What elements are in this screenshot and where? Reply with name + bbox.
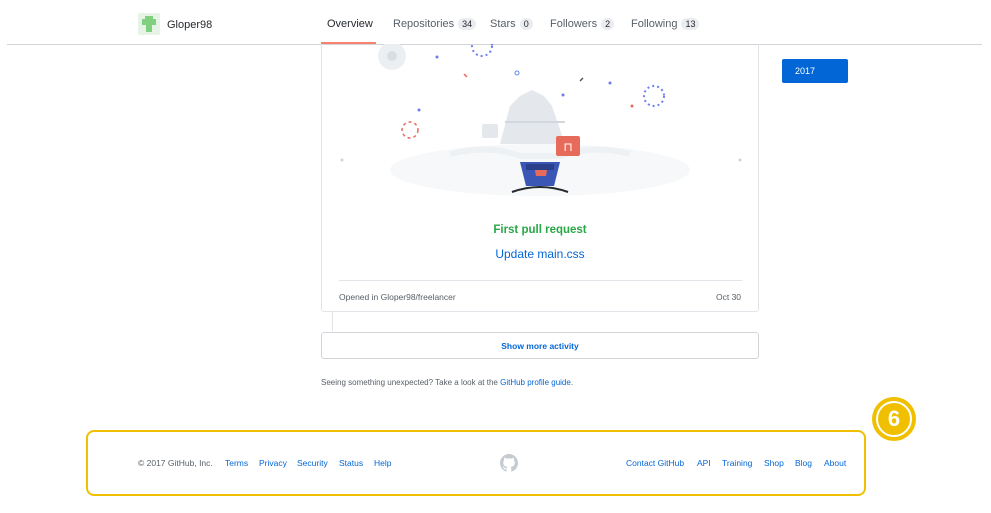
show-more-activity-button[interactable]: Show more activity <box>321 332 759 359</box>
activity-date: Oct 30 <box>716 292 742 302</box>
footer-link-blog[interactable]: Blog <box>795 458 812 468</box>
footer-copyright: © 2017 GitHub, Inc. <box>138 458 213 468</box>
card-divider <box>339 280 742 281</box>
tab-followers[interactable]: Followers 2 <box>550 18 615 30</box>
tab-label: Overview <box>327 18 373 30</box>
tab-repositories[interactable]: Repositories 34 <box>393 18 477 30</box>
footer-link-status[interactable]: Status <box>339 458 363 468</box>
github-logo-icon[interactable] <box>500 454 518 472</box>
footer-link-training[interactable]: Training <box>722 458 752 468</box>
activity-title: First pull request <box>493 224 587 236</box>
tab-label: Followers <box>550 18 598 30</box>
pull-request-illustration-icon: ⊓ <box>340 44 742 196</box>
footer-link-shop[interactable]: Shop <box>764 458 784 468</box>
tab-label: Following <box>631 18 678 30</box>
annotation-badge: 6 <box>872 397 916 441</box>
profile-guide-link[interactable]: GitHub profile guide <box>500 378 571 387</box>
avatar[interactable] <box>138 13 160 35</box>
tab-count: 34 <box>458 18 477 30</box>
tab-stars[interactable]: Stars 0 <box>490 18 533 30</box>
tab-label: Repositories <box>393 18 455 30</box>
annotation-number: 6 <box>876 401 912 437</box>
year-2017-button[interactable]: 2017 <box>782 59 848 83</box>
footer-link-terms[interactable]: Terms <box>225 458 248 468</box>
tab-overview[interactable]: Overview <box>327 18 373 30</box>
timeline-line <box>332 312 333 331</box>
note-suffix: . <box>570 378 574 387</box>
svg-text:⊓: ⊓ <box>563 140 572 154</box>
profile-guide-note: Seeing something unexpected? Take a look… <box>321 378 573 387</box>
username[interactable]: Gloper98 <box>167 19 212 31</box>
tab-following[interactable]: Following 13 <box>631 18 700 30</box>
tab-count: 2 <box>601 18 615 30</box>
tab-count: 0 <box>519 18 533 30</box>
tab-count: 13 <box>681 18 700 30</box>
footer-link-privacy[interactable]: Privacy <box>259 458 287 468</box>
pull-request-link[interactable]: Update main.css <box>321 247 759 261</box>
footer-link-security[interactable]: Security <box>297 458 328 468</box>
tab-label: Stars <box>490 18 516 30</box>
footer-link-about[interactable]: About <box>824 458 846 468</box>
footer-link-api[interactable]: API <box>697 458 711 468</box>
repo-opened-text: Opened in Gloper98/freelancer <box>339 292 456 302</box>
note-prefix: Seeing something unexpected? Take a look… <box>321 378 498 387</box>
footer-link-contact-github[interactable]: Contact GitHub <box>626 458 684 468</box>
identicon-icon <box>142 16 156 32</box>
footer-link-help[interactable]: Help <box>374 458 391 468</box>
